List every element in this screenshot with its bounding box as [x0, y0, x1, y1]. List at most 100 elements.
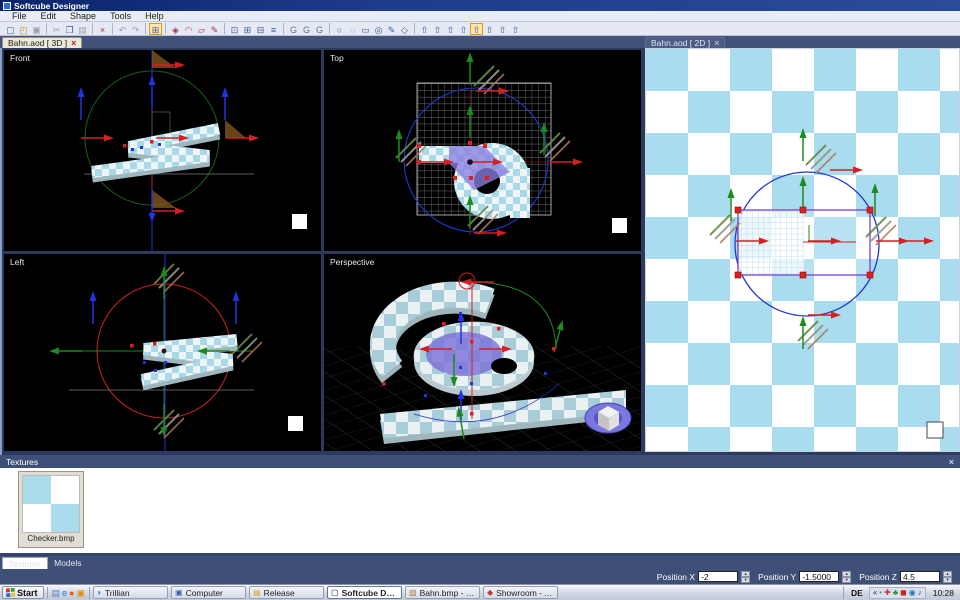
- position-spinner[interactable]: ▴▾: [842, 571, 851, 582]
- tray-icon[interactable]: ◼: [900, 587, 907, 598]
- toolbar-icon[interactable]: ✎: [208, 23, 221, 35]
- menu-item[interactable]: Help: [139, 11, 170, 21]
- position-input[interactable]: 4.5: [900, 571, 940, 582]
- tab-bahn-3d[interactable]: Bahn.aod [ 3D ] ×: [2, 37, 82, 48]
- toolbar-icon[interactable]: ▱: [195, 23, 208, 35]
- position-label: Position Y: [758, 572, 796, 582]
- position-spinner[interactable]: ▴▾: [741, 571, 750, 582]
- position-label: Position X: [657, 572, 695, 582]
- tab-bahn-2d[interactable]: Bahn.aod [ 2D ] ×: [645, 37, 725, 48]
- toolbar-icon[interactable]: ⊟: [254, 23, 267, 35]
- toolbar-icon[interactable]: ⇧: [470, 23, 483, 35]
- top-viewport-canvas: [324, 50, 641, 251]
- quick-launch-icon[interactable]: ●: [69, 587, 74, 599]
- position-spinner[interactable]: ▴▾: [943, 571, 952, 582]
- tray-icon[interactable]: ✚: [884, 587, 891, 598]
- toolbar-icon[interactable]: ⇧: [431, 23, 444, 35]
- task-button-label: Softcube Designer: [342, 588, 398, 598]
- toolbar-icon[interactable]: ⊡: [228, 23, 241, 35]
- panel-tab[interactable]: Textures: [2, 557, 48, 569]
- toolbar-icon[interactable]: G: [287, 23, 300, 35]
- menu-item[interactable]: Tools: [104, 11, 137, 21]
- tray-icon[interactable]: ▪: [879, 587, 882, 598]
- panel-2d-view[interactable]: [645, 48, 960, 452]
- top-viewport[interactable]: Top: [324, 50, 641, 251]
- toolbar-icon[interactable]: G: [313, 23, 326, 35]
- task-button[interactable]: ◗ Trillian: [93, 586, 168, 599]
- toolbar-icon[interactable]: [224, 23, 225, 34]
- tray-icon[interactable]: ♪: [918, 587, 922, 598]
- task-button[interactable]: ▣ Computer: [171, 586, 246, 599]
- start-button[interactable]: Start: [2, 586, 44, 599]
- language-indicator[interactable]: DE: [848, 588, 866, 598]
- position-input[interactable]: -2: [698, 571, 738, 582]
- toolbar-icon[interactable]: ↷: [129, 23, 142, 35]
- toolbar-icon[interactable]: ⇧: [483, 23, 496, 35]
- toolbar-icon[interactable]: ≡: [267, 23, 280, 35]
- toolbar-icon[interactable]: [283, 23, 284, 34]
- toolbar-icon[interactable]: [145, 23, 146, 34]
- tray-icon[interactable]: ◉: [909, 587, 916, 598]
- menu-item[interactable]: File: [6, 11, 33, 21]
- quick-launch-icon[interactable]: e: [62, 587, 67, 599]
- quick-launch-icon[interactable]: ▣: [76, 587, 85, 599]
- toolbar-icon[interactable]: ⊞: [149, 23, 162, 35]
- start-label: Start: [17, 588, 38, 598]
- toolbar-icon[interactable]: ◌: [346, 23, 359, 35]
- toolbar-icon[interactable]: ×: [96, 23, 109, 35]
- toolbar-icon[interactable]: [414, 23, 415, 34]
- left-viewport-canvas: [4, 254, 321, 451]
- toolbar-icon[interactable]: ◈: [169, 23, 182, 35]
- toolbar-icon[interactable]: ❐: [63, 23, 76, 35]
- toolbar-icon[interactable]: ⊞: [241, 23, 254, 35]
- toolbar-icon[interactable]: ⇧: [509, 23, 522, 35]
- toolbar-icon[interactable]: ▤: [76, 23, 89, 35]
- toolbar-icon[interactable]: ⇧: [418, 23, 431, 35]
- task-button[interactable]: ▤ Release: [249, 586, 324, 599]
- workspace: Front: [0, 48, 960, 455]
- quick-launch-icon[interactable]: ▤: [52, 587, 61, 599]
- left-viewport[interactable]: Left: [4, 254, 321, 451]
- toolbar-icon[interactable]: ○: [333, 23, 346, 35]
- toolbar-icon[interactable]: ▭: [359, 23, 372, 35]
- textures-panel-header: Textures ×: [0, 455, 960, 468]
- tab-close-icon[interactable]: ×: [71, 39, 76, 48]
- menu-item[interactable]: Shape: [64, 11, 102, 21]
- toolbar-icon[interactable]: ◇: [398, 23, 411, 35]
- toolbar-icon[interactable]: [329, 23, 330, 34]
- textures-panel-body: Checker.bmp: [0, 468, 960, 553]
- front-viewport[interactable]: Front: [4, 50, 321, 251]
- toolbar-icon[interactable]: ↶: [116, 23, 129, 35]
- textures-panel-close-icon[interactable]: ×: [949, 457, 954, 467]
- tab-label: Bahn.aod [ 2D ]: [651, 38, 710, 48]
- toolbar-icon[interactable]: ◰: [17, 23, 30, 35]
- toolbar: ▢◰▣✂❐▤×↶↷⊞◈◠▱✎⊡⊞⊟≡GGG○◌▭◎✎◇⇧⇧⇧⇧⇧⇧⇧⇧: [0, 22, 960, 36]
- toolbar-icon[interactable]: ◠: [182, 23, 195, 35]
- tab-close-icon[interactable]: ×: [714, 39, 719, 48]
- toolbar-icon[interactable]: ⇧: [496, 23, 509, 35]
- toolbar-icon[interactable]: ◎: [372, 23, 385, 35]
- task-button[interactable]: ◆ Showroom - Aktuelle Arb...: [483, 586, 558, 599]
- perspective-viewport[interactable]: Perspective: [324, 254, 641, 451]
- panel-tab[interactable]: Models: [48, 557, 87, 569]
- toolbar-icon[interactable]: [165, 23, 166, 34]
- position-field: Position X -2 ▴▾: [657, 571, 750, 582]
- toolbar-icon[interactable]: ✂: [50, 23, 63, 35]
- toolbar-icon[interactable]: ⇧: [444, 23, 457, 35]
- toolbar-icon[interactable]: ⇧: [457, 23, 470, 35]
- toolbar-icon[interactable]: [112, 23, 113, 34]
- texture-thumbnail[interactable]: Checker.bmp: [18, 471, 84, 548]
- task-button[interactable]: ▢ Softcube Designer: [327, 586, 402, 599]
- toolbar-icon[interactable]: [92, 23, 93, 34]
- task-button[interactable]: ▨ Bahn.bmp - Paint: [405, 586, 480, 599]
- toolbar-icon[interactable]: ▢: [4, 23, 17, 35]
- position-input[interactable]: -1.5000: [799, 571, 839, 582]
- menu-item[interactable]: Edit: [35, 11, 63, 21]
- tray-icon[interactable]: «: [873, 587, 877, 598]
- tray-icon[interactable]: ♣: [893, 587, 898, 598]
- toolbar-icon[interactable]: G: [300, 23, 313, 35]
- toolbar-icon[interactable]: ▣: [30, 23, 43, 35]
- toolbar-icon[interactable]: [46, 23, 47, 34]
- window-title: Softcube Designer: [14, 1, 89, 11]
- toolbar-icon[interactable]: ✎: [385, 23, 398, 35]
